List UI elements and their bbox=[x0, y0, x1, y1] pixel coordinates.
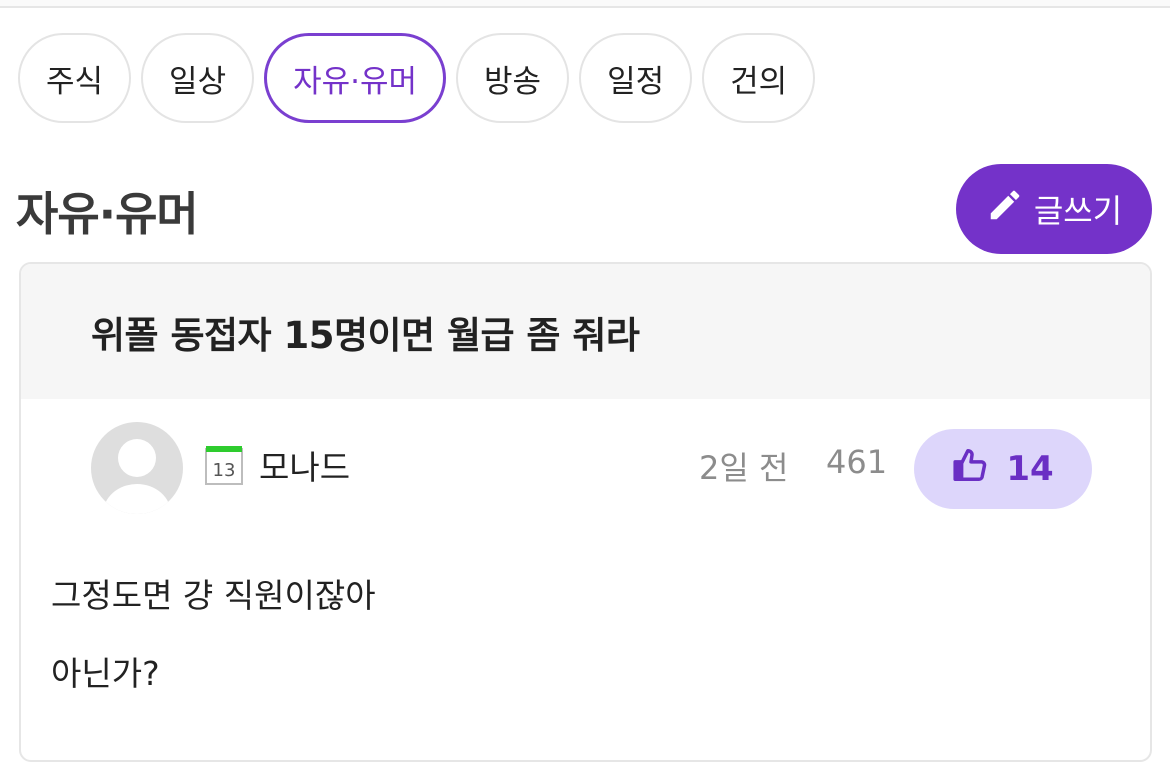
like-button[interactable]: 14 bbox=[914, 429, 1092, 509]
author-name[interactable]: 모나드 bbox=[259, 441, 350, 489]
category-tabs: 주식 일상 자유·유머 방송 일정 건의 bbox=[18, 33, 816, 123]
calendar-day: 13 bbox=[213, 460, 236, 481]
page-title: 자유·유머 bbox=[16, 187, 199, 241]
post-card: 위폴 동접자 15명이면 월급 좀 줘라 13 모나드 2일 전 461 14 … bbox=[19, 262, 1152, 762]
tab-broadcast[interactable]: 방송 bbox=[456, 33, 570, 123]
post-meta: 13 모나드 2일 전 461 14 bbox=[21, 399, 1150, 539]
view-count: 461 bbox=[826, 443, 888, 481]
tab-free-humor[interactable]: 자유·유머 bbox=[264, 33, 447, 123]
pencil-icon bbox=[986, 186, 1024, 232]
write-button-label: 글쓰기 bbox=[1033, 192, 1123, 230]
post-time: 2일 전 bbox=[699, 449, 789, 487]
write-button[interactable]: 글쓰기 bbox=[956, 164, 1152, 254]
post-body-line: 그정도면 걍 직원이잖아 bbox=[51, 576, 376, 615]
post-header: 위폴 동접자 15명이면 월급 좀 줘라 bbox=[21, 264, 1150, 399]
post-body-line: 아닌가? bbox=[51, 654, 160, 693]
user-avatar[interactable] bbox=[91, 422, 183, 514]
tab-daily[interactable]: 일상 bbox=[141, 33, 255, 123]
post-title: 위폴 동접자 15명이면 월급 좀 줘라 bbox=[91, 313, 640, 357]
tab-suggestion[interactable]: 건의 bbox=[702, 33, 816, 123]
post-body: 그정도면 걍 직원이잖아 아닌가? bbox=[51, 574, 376, 730]
thumbs-up-icon bbox=[952, 446, 990, 493]
calendar-icon: 13 bbox=[205, 445, 243, 485]
tab-stocks[interactable]: 주식 bbox=[18, 33, 132, 123]
like-count: 14 bbox=[1006, 449, 1054, 489]
tab-schedule[interactable]: 일정 bbox=[579, 33, 693, 123]
top-divider bbox=[0, 0, 1170, 8]
